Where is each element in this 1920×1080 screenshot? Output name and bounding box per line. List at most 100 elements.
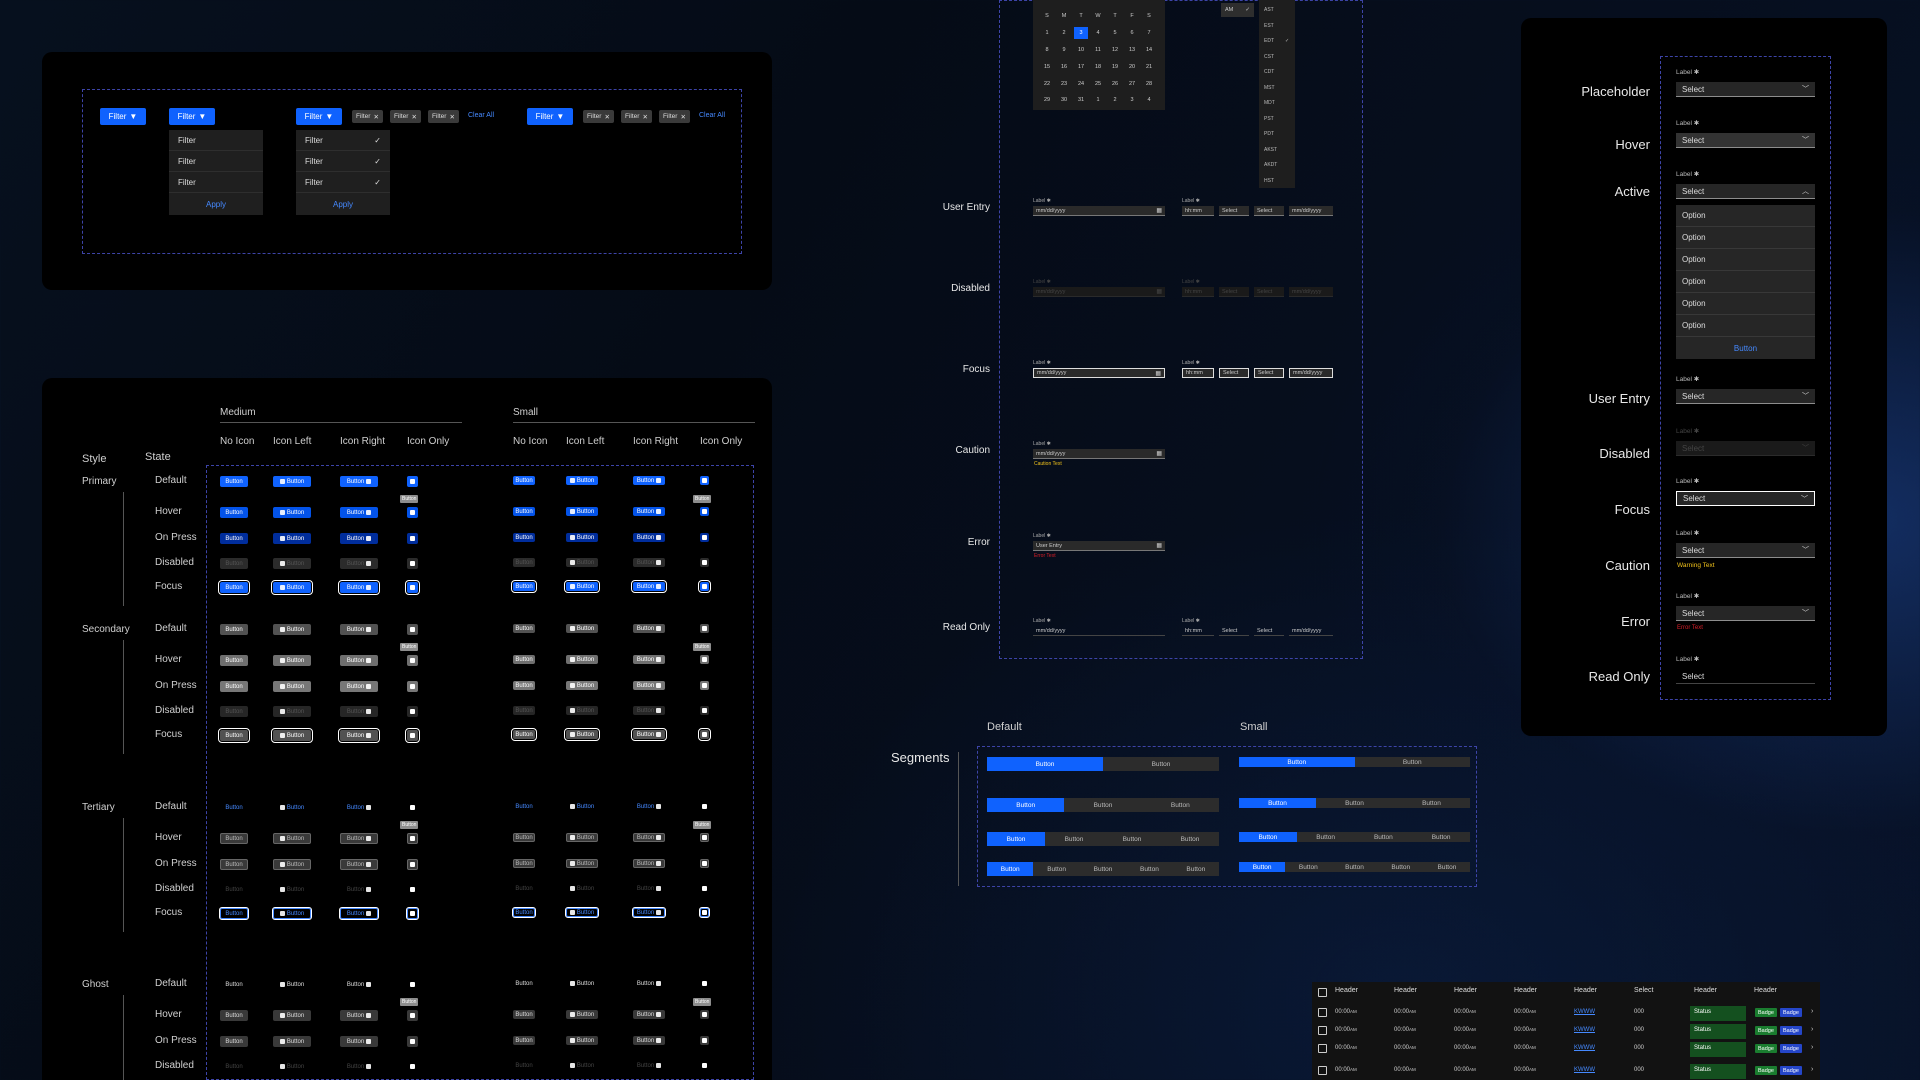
matrix-button[interactable]: [407, 1010, 418, 1021]
calendar-day[interactable]: 31: [1074, 97, 1088, 103]
matrix-button[interactable]: Button: [513, 533, 535, 542]
matrix-button[interactable]: Button: [340, 859, 378, 870]
select-field[interactable]: Select ﹀: [1676, 133, 1815, 148]
matrix-button[interactable]: Button: [220, 884, 248, 895]
matrix-button[interactable]: [407, 655, 418, 666]
chevron-right-icon[interactable]: ›: [1811, 1008, 1813, 1015]
datetime-part[interactable]: Select: [1254, 368, 1284, 378]
matrix-button[interactable]: [700, 476, 709, 485]
matrix-button[interactable]: Button: [273, 533, 311, 544]
matrix-button[interactable]: Button: [566, 884, 598, 893]
matrix-button[interactable]: [700, 507, 709, 516]
matrix-button[interactable]: Button: [633, 1010, 665, 1019]
matrix-button[interactable]: Button: [632, 907, 666, 918]
matrix-button[interactable]: Button: [340, 624, 378, 635]
matrix-button[interactable]: Button: [566, 507, 598, 516]
calendar-day[interactable]: 3: [1125, 97, 1139, 103]
matrix-button[interactable]: [407, 558, 418, 569]
matrix-button[interactable]: Button: [220, 859, 248, 870]
select-field[interactable]: Select ﹀: [1676, 82, 1815, 97]
matrix-button[interactable]: Button: [566, 859, 598, 868]
filter-chip[interactable]: Filter ✕: [621, 110, 652, 123]
calendar-day[interactable]: 29: [1040, 97, 1054, 103]
matrix-button[interactable]: Button: [513, 802, 535, 811]
matrix-button[interactable]: [700, 802, 709, 811]
calendar-day[interactable]: 18: [1091, 64, 1105, 70]
matrix-button[interactable]: [407, 833, 418, 844]
segment-button[interactable]: Button: [1045, 832, 1103, 846]
date-input[interactable]: mm/dd/yyyy ▦: [1033, 449, 1165, 459]
matrix-button[interactable]: Button: [273, 1010, 311, 1021]
matrix-button[interactable]: Button: [273, 1061, 311, 1072]
matrix-button[interactable]: [700, 624, 709, 633]
matrix-button[interactable]: Button: [513, 507, 535, 516]
matrix-button[interactable]: [700, 558, 709, 567]
segment-button[interactable]: Button: [1126, 862, 1172, 876]
calendar-day[interactable]: 21: [1142, 64, 1156, 70]
datetime-part[interactable]: hh:mm: [1182, 368, 1214, 378]
matrix-button[interactable]: [700, 833, 709, 842]
matrix-button[interactable]: [700, 859, 709, 868]
row-checkbox[interactable]: [1318, 1026, 1327, 1035]
option-item[interactable]: Option: [1676, 205, 1815, 227]
calendar-day[interactable]: 2: [1057, 30, 1071, 36]
matrix-button[interactable]: Button: [218, 580, 250, 595]
matrix-button[interactable]: [700, 884, 709, 893]
matrix-button[interactable]: Button: [220, 624, 248, 635]
matrix-button[interactable]: Button: [340, 979, 378, 990]
calendar-day[interactable]: 20: [1125, 64, 1139, 70]
matrix-button[interactable]: Button: [566, 979, 598, 988]
matrix-button[interactable]: Button: [513, 1010, 535, 1019]
matrix-button[interactable]: Button: [566, 533, 598, 542]
option-item[interactable]: Option: [1676, 249, 1815, 271]
segment-button[interactable]: Button: [1239, 862, 1286, 872]
filter-button-1[interactable]: Filter ▼: [100, 108, 146, 125]
matrix-button[interactable]: Button: [271, 728, 313, 743]
ampm-select[interactable]: AM ✓: [1221, 3, 1254, 17]
calendar-day[interactable]: 6: [1125, 30, 1139, 36]
matrix-button[interactable]: Button: [564, 580, 600, 593]
matrix-button[interactable]: [407, 476, 418, 487]
calendar-day[interactable]: 1: [1040, 30, 1054, 36]
close-icon[interactable]: ✕: [604, 113, 609, 121]
calendar-day[interactable]: 25: [1091, 81, 1105, 87]
calendar-day[interactable]: 14: [1142, 47, 1156, 53]
calendar-day[interactable]: 17: [1074, 64, 1088, 70]
filter-chip[interactable]: Filter ✕: [583, 110, 614, 123]
segment-button[interactable]: Button: [1103, 832, 1161, 846]
matrix-button[interactable]: Button: [273, 655, 311, 666]
matrix-button[interactable]: Button: [273, 681, 311, 692]
matrix-button[interactable]: Button: [220, 1036, 248, 1047]
matrix-button[interactable]: Button: [566, 1010, 598, 1019]
matrix-button[interactable]: Button: [338, 728, 380, 743]
date-input[interactable]: mm/dd/yyyy ▦: [1033, 368, 1165, 378]
matrix-button[interactable]: Button: [633, 558, 665, 567]
calendar-day[interactable]: 2: [1108, 97, 1122, 103]
matrix-button[interactable]: Button: [220, 476, 248, 487]
matrix-button[interactable]: Button: [513, 655, 535, 664]
matrix-button[interactable]: Button: [273, 558, 311, 569]
filter-chip[interactable]: Filter ✕: [352, 110, 383, 123]
matrix-button[interactable]: Button: [633, 533, 665, 542]
matrix-button[interactable]: [407, 884, 418, 895]
matrix-button[interactable]: Button: [633, 833, 665, 842]
matrix-button[interactable]: Button: [511, 580, 537, 593]
option-item[interactable]: Option: [1676, 315, 1815, 337]
calendar-day[interactable]: 4: [1091, 30, 1105, 36]
matrix-button[interactable]: Button: [633, 507, 665, 516]
segment-button[interactable]: Button: [1064, 798, 1141, 812]
close-icon[interactable]: ✕: [642, 113, 647, 121]
matrix-button[interactable]: Button: [513, 706, 535, 715]
matrix-button[interactable]: Button: [513, 558, 535, 567]
matrix-button[interactable]: Button: [513, 833, 535, 842]
filter-chip[interactable]: Filter ✕: [428, 110, 459, 123]
calendar-day[interactable]: 1: [1091, 97, 1105, 103]
datetime-part[interactable]: hh:mm: [1182, 206, 1214, 216]
matrix-button[interactable]: [700, 655, 709, 664]
segment-button[interactable]: Button: [987, 862, 1034, 876]
calendar-day[interactable]: 13: [1125, 47, 1139, 53]
matrix-button[interactable]: Button: [513, 979, 535, 988]
close-icon[interactable]: ✕: [449, 113, 454, 121]
calendar-day[interactable]: 11: [1091, 47, 1105, 53]
calendar-day[interactable]: 16: [1057, 64, 1071, 70]
